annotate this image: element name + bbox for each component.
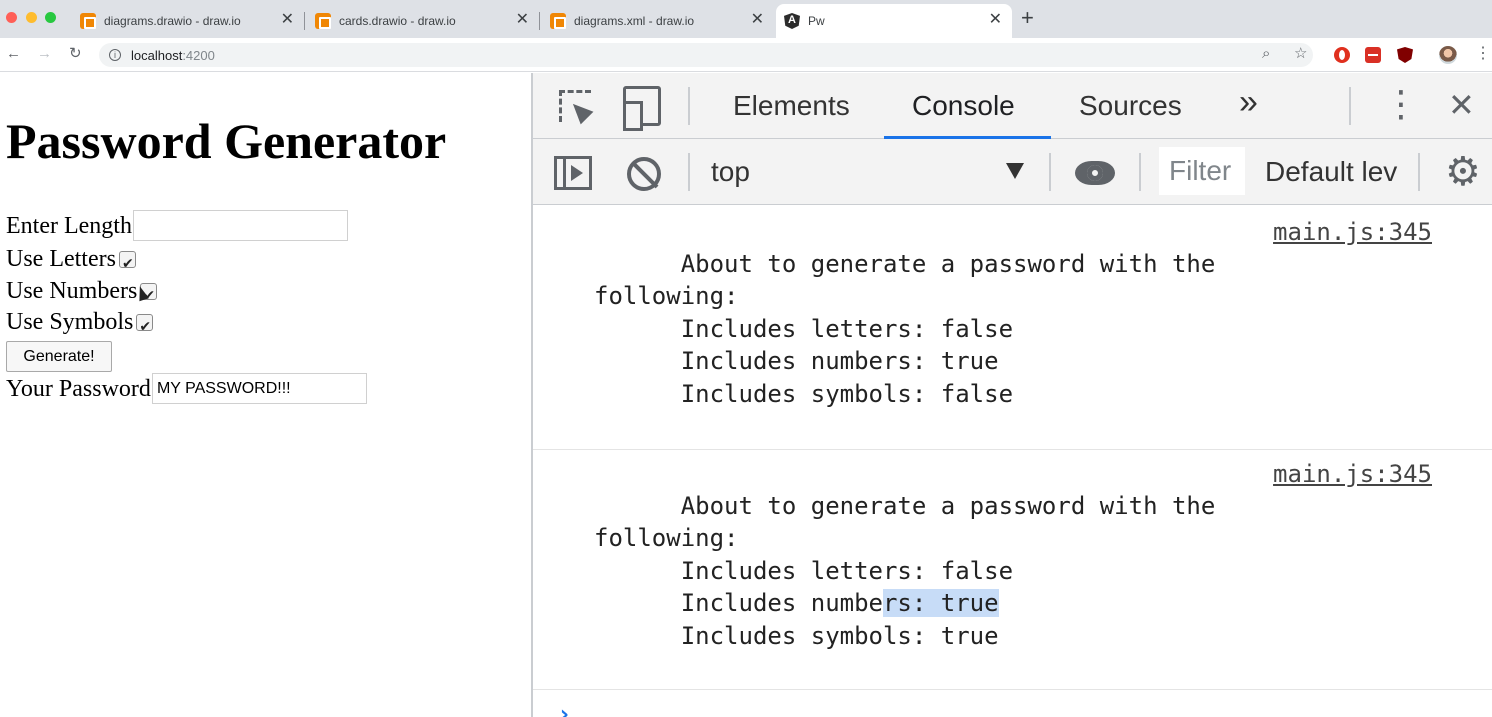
source-link[interactable]: main.js:345 (1273, 458, 1432, 490)
page-title: Password Generator (6, 113, 447, 169)
toolbar-divider (1049, 153, 1051, 191)
close-tab-icon[interactable]: ✕ (989, 11, 1002, 29)
angular-icon (784, 13, 800, 29)
drawio-icon (80, 13, 96, 29)
new-tab-button[interactable]: + (1021, 7, 1034, 29)
source-link[interactable]: main.js:345 (1273, 216, 1432, 248)
maximize-window-button[interactable] (45, 12, 56, 23)
symbols-checkbox[interactable] (136, 312, 154, 342)
console-filter-input[interactable]: Filter (1159, 147, 1245, 195)
console-message: main.js:345 About to generate a password… (533, 206, 1492, 450)
message-line: following: (594, 282, 739, 311)
minimize-window-button[interactable] (26, 12, 37, 23)
tab-console[interactable]: Console (912, 89, 1015, 123)
browser-toolbar: ← → ↻ i localhost:4200 ⌕ ☆ ⋮ (0, 38, 1492, 72)
close-tab-icon[interactable]: ✕ (751, 11, 764, 29)
length-input[interactable] (132, 210, 348, 241)
symbols-row: Use Symbols (6, 307, 154, 342)
message-line: Includes numbe (594, 589, 883, 618)
devtools-panel: Elements Console Sources » ⋮ ✕ top Filte… (531, 73, 1492, 717)
chevron-down-icon[interactable] (1006, 163, 1024, 179)
tab-title: Pw (808, 14, 825, 28)
toolbar-divider (1349, 87, 1351, 125)
context-selector[interactable]: top (711, 155, 750, 189)
symbols-label: Use Symbols (6, 309, 134, 335)
toolbar-divider (688, 87, 690, 125)
more-tabs-icon[interactable]: » (1239, 85, 1258, 119)
letters-row: Use Letters (6, 244, 136, 279)
console-message-text: About to generate a password with the fo… (594, 490, 1215, 652)
bookmark-star-icon[interactable]: ☆ (1294, 44, 1307, 64)
length-label: Enter Length (6, 212, 132, 239)
reload-icon[interactable]: ↻ (69, 44, 82, 64)
close-tab-icon[interactable]: ✕ (281, 11, 294, 29)
message-line: Includes symbols: false (594, 379, 1014, 408)
app-page: Password Generator Enter Length Use Lett… (0, 73, 531, 717)
console-prompt-icon[interactable]: › (557, 702, 571, 717)
live-expression-eye-icon[interactable] (1075, 161, 1115, 185)
ublock-extension-icon[interactable] (1397, 47, 1413, 63)
tab-divider (539, 12, 540, 30)
browser-tab[interactable]: cards.drawio - draw.io ✕ (307, 4, 539, 38)
profile-avatar[interactable] (1439, 46, 1457, 64)
toolbar-divider (1418, 153, 1420, 191)
console-toolbar: top Filter Default lev ⚙ (533, 139, 1492, 205)
close-tab-icon[interactable]: ✕ (516, 11, 529, 29)
drawio-icon (550, 13, 566, 29)
password-output[interactable] (151, 373, 367, 404)
back-arrow-icon[interactable]: ← (6, 44, 21, 64)
selected-text: rs: true (882, 589, 999, 618)
letters-label: Use Letters (6, 246, 116, 272)
inspect-element-icon[interactable] (559, 90, 591, 122)
message-line: About to generate a password with the (594, 492, 1216, 520)
address-bar[interactable]: i localhost:4200 (99, 43, 1313, 67)
console-settings-gear-icon[interactable]: ⚙ (1445, 152, 1481, 192)
drawio-icon (315, 13, 331, 29)
forward-arrow-icon[interactable]: → (37, 44, 52, 64)
browser-tab[interactable]: diagrams.xml - draw.io ✕ (542, 4, 774, 38)
toolbar-divider (688, 153, 690, 191)
tab-title: cards.drawio - draw.io (339, 14, 456, 28)
devtools-tab-bar: Elements Console Sources » ⋮ ✕ (533, 73, 1492, 139)
generate-button[interactable]: Generate! (6, 341, 112, 372)
device-toolbar-icon[interactable] (623, 86, 661, 131)
message-line: About to generate a password with the (594, 250, 1216, 278)
numbers-row: Use Numbers (6, 276, 158, 311)
console-sidebar-icon[interactable] (554, 156, 592, 190)
clear-console-icon[interactable] (627, 157, 661, 191)
tab-sources[interactable]: Sources (1079, 89, 1182, 123)
opera-extension-icon[interactable] (1334, 47, 1350, 63)
message-line: Includes letters: false (594, 314, 1014, 343)
mb-extension-icon[interactable] (1365, 47, 1381, 63)
url-host: localhost (131, 47, 183, 63)
password-label: Your Password (6, 375, 151, 402)
message-line: Includes numbers: true (594, 347, 999, 376)
browser-tab-active[interactable]: Pw ✕ (776, 4, 1012, 38)
toolbar-divider (1139, 153, 1141, 191)
length-row: Enter Length (6, 210, 348, 241)
console-output: main.js:345 About to generate a password… (533, 206, 1492, 717)
browser-menu-icon[interactable]: ⋮ (1475, 44, 1491, 64)
site-info-icon[interactable]: i (109, 49, 121, 61)
tab-elements[interactable]: Elements (733, 89, 850, 123)
console-message-text: About to generate a password with the fo… (594, 248, 1215, 410)
browser-tab[interactable]: diagrams.drawio - draw.io ✕ (72, 4, 304, 38)
message-line: Includes letters: false (594, 556, 1014, 585)
close-devtools-icon[interactable]: ✕ (1448, 87, 1475, 123)
close-window-button[interactable] (6, 12, 17, 23)
tab-title: diagrams.drawio - draw.io (104, 14, 241, 28)
console-message: main.js:345 About to generate a password… (533, 448, 1492, 690)
message-line: following: (594, 524, 739, 553)
tab-title: diagrams.xml - draw.io (574, 14, 695, 28)
password-row: Your Password (6, 373, 367, 404)
message-line: Includes symbols: true (594, 621, 999, 650)
url-port: :4200 (182, 47, 215, 63)
browser-tab-strip: diagrams.drawio - draw.io ✕ cards.drawio… (0, 0, 1492, 38)
devtools-menu-icon[interactable]: ⋮ (1383, 85, 1419, 125)
zoom-icon[interactable]: ⌕ (1262, 44, 1270, 64)
log-levels-dropdown[interactable]: Default lev (1265, 155, 1417, 189)
tab-divider (304, 12, 305, 30)
letters-checkbox[interactable] (118, 249, 136, 279)
numbers-label: Use Numbers (6, 278, 138, 304)
